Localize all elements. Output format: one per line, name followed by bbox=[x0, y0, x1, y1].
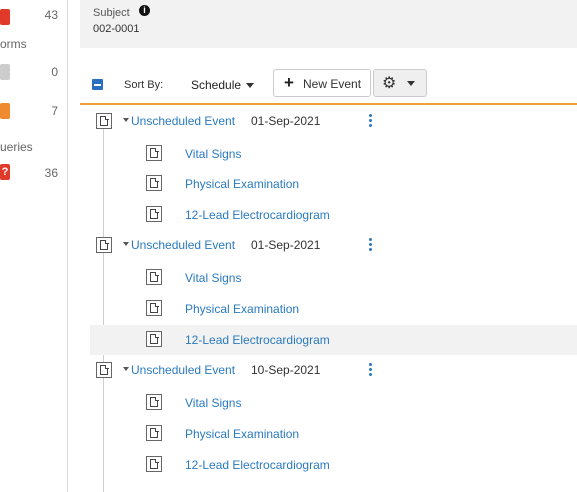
form-document-icon bbox=[146, 394, 162, 410]
plus-icon: + bbox=[284, 73, 294, 92]
pending-count: 7 bbox=[51, 104, 58, 118]
form-name[interactable]: Physical Examination bbox=[185, 302, 299, 316]
event-name[interactable]: Unscheduled Event bbox=[131, 238, 235, 252]
event-name[interactable]: Unscheduled Event bbox=[131, 114, 235, 128]
form-name[interactable]: Vital Signs bbox=[185, 396, 241, 410]
chevron-down-icon bbox=[246, 83, 255, 89]
status-count: 0 bbox=[51, 65, 58, 79]
event-document-icon bbox=[96, 237, 112, 253]
info-circle-icon[interactable]: i bbox=[139, 5, 150, 16]
sort-by-value: Schedule bbox=[191, 78, 242, 92]
expand-triangle-icon[interactable] bbox=[123, 367, 129, 371]
event-menu-icon[interactable] bbox=[368, 238, 372, 252]
form-name[interactable]: 12-Lead Electrocardiogram bbox=[185, 458, 330, 472]
form-document-icon bbox=[146, 456, 162, 472]
form-row[interactable]: Physical Examination bbox=[90, 419, 577, 449]
form-row[interactable]: Vital Signs bbox=[90, 263, 577, 293]
form-document-icon bbox=[146, 175, 162, 191]
form-name[interactable]: Physical Examination bbox=[185, 177, 299, 191]
event-row[interactable]: Unscheduled Event 01-Sep-2021 bbox=[90, 107, 577, 137]
form-name[interactable]: Physical Examination bbox=[185, 427, 299, 441]
status-badge-icon bbox=[0, 64, 10, 80]
event-row[interactable]: Unscheduled Event 10-Sep-2021 bbox=[90, 356, 577, 386]
subject-label: Subject bbox=[93, 7, 130, 19]
question-icon: ? bbox=[1, 166, 9, 178]
form-row[interactable]: 12-Lead Electrocardiogram bbox=[90, 450, 577, 480]
gear-icon: ⚙ bbox=[382, 75, 397, 92]
event-row[interactable]: Unscheduled Event 01-Sep-2021 bbox=[90, 231, 577, 261]
form-row[interactable]: 12-Lead Electrocardiogram bbox=[90, 200, 577, 230]
event-menu-icon[interactable] bbox=[368, 114, 372, 128]
form-document-icon bbox=[146, 425, 162, 441]
sort-by-label: Sort By: bbox=[124, 79, 164, 91]
forms-badge-icon bbox=[0, 9, 10, 25]
event-name[interactable]: Unscheduled Event bbox=[131, 363, 235, 377]
settings-dropdown-button[interactable]: ⚙ bbox=[373, 69, 427, 97]
event-document-icon bbox=[96, 362, 112, 378]
form-name[interactable]: Vital Signs bbox=[185, 271, 241, 285]
subject-id: 002-0001 bbox=[93, 23, 140, 35]
expand-triangle-icon[interactable] bbox=[123, 118, 129, 122]
pending-badge-icon bbox=[0, 103, 10, 119]
chevron-down-icon bbox=[407, 81, 415, 86]
subject-header: Subject i 002-0001 bbox=[80, 0, 577, 48]
event-date: 10-Sep-2021 bbox=[251, 363, 321, 377]
form-document-icon bbox=[146, 145, 162, 161]
events-toolbar: Sort By: Schedule + New Event ⚙ bbox=[80, 66, 577, 104]
form-row[interactable]: Physical Examination bbox=[90, 169, 577, 199]
form-name[interactable]: Vital Signs bbox=[185, 147, 241, 161]
event-date: 01-Sep-2021 bbox=[251, 114, 321, 128]
event-document-icon bbox=[96, 113, 112, 129]
form-row-selected[interactable]: 12-Lead Electrocardiogram bbox=[90, 325, 577, 355]
new-event-button[interactable]: + New Event bbox=[273, 69, 371, 97]
queries-count: 36 bbox=[44, 166, 58, 180]
event-date: 01-Sep-2021 bbox=[251, 238, 321, 252]
collapse-all-icon[interactable] bbox=[92, 79, 103, 90]
form-document-icon bbox=[146, 269, 162, 285]
left-summary-panel: 43 orms 0 7 ueries ? 36 bbox=[0, 0, 68, 492]
form-name[interactable]: 12-Lead Electrocardiogram bbox=[185, 333, 330, 347]
form-document-icon bbox=[146, 300, 162, 316]
toolbar-accent-line bbox=[80, 103, 577, 105]
form-row[interactable]: Vital Signs bbox=[90, 388, 577, 418]
form-row[interactable]: Vital Signs bbox=[90, 139, 577, 169]
event-menu-icon[interactable] bbox=[368, 363, 372, 377]
new-event-label: New Event bbox=[303, 77, 362, 91]
form-name[interactable]: 12-Lead Electrocardiogram bbox=[185, 208, 330, 222]
form-row[interactable]: Physical Examination bbox=[90, 294, 577, 324]
panel-divider bbox=[67, 0, 68, 492]
forms-count: 43 bbox=[44, 8, 58, 22]
expand-triangle-icon[interactable] bbox=[123, 242, 129, 246]
forms-label: orms bbox=[0, 37, 27, 51]
sort-by-dropdown[interactable]: Schedule bbox=[191, 78, 255, 92]
queries-label: ueries bbox=[0, 140, 33, 154]
form-document-icon bbox=[146, 206, 162, 222]
form-document-icon bbox=[146, 331, 162, 347]
